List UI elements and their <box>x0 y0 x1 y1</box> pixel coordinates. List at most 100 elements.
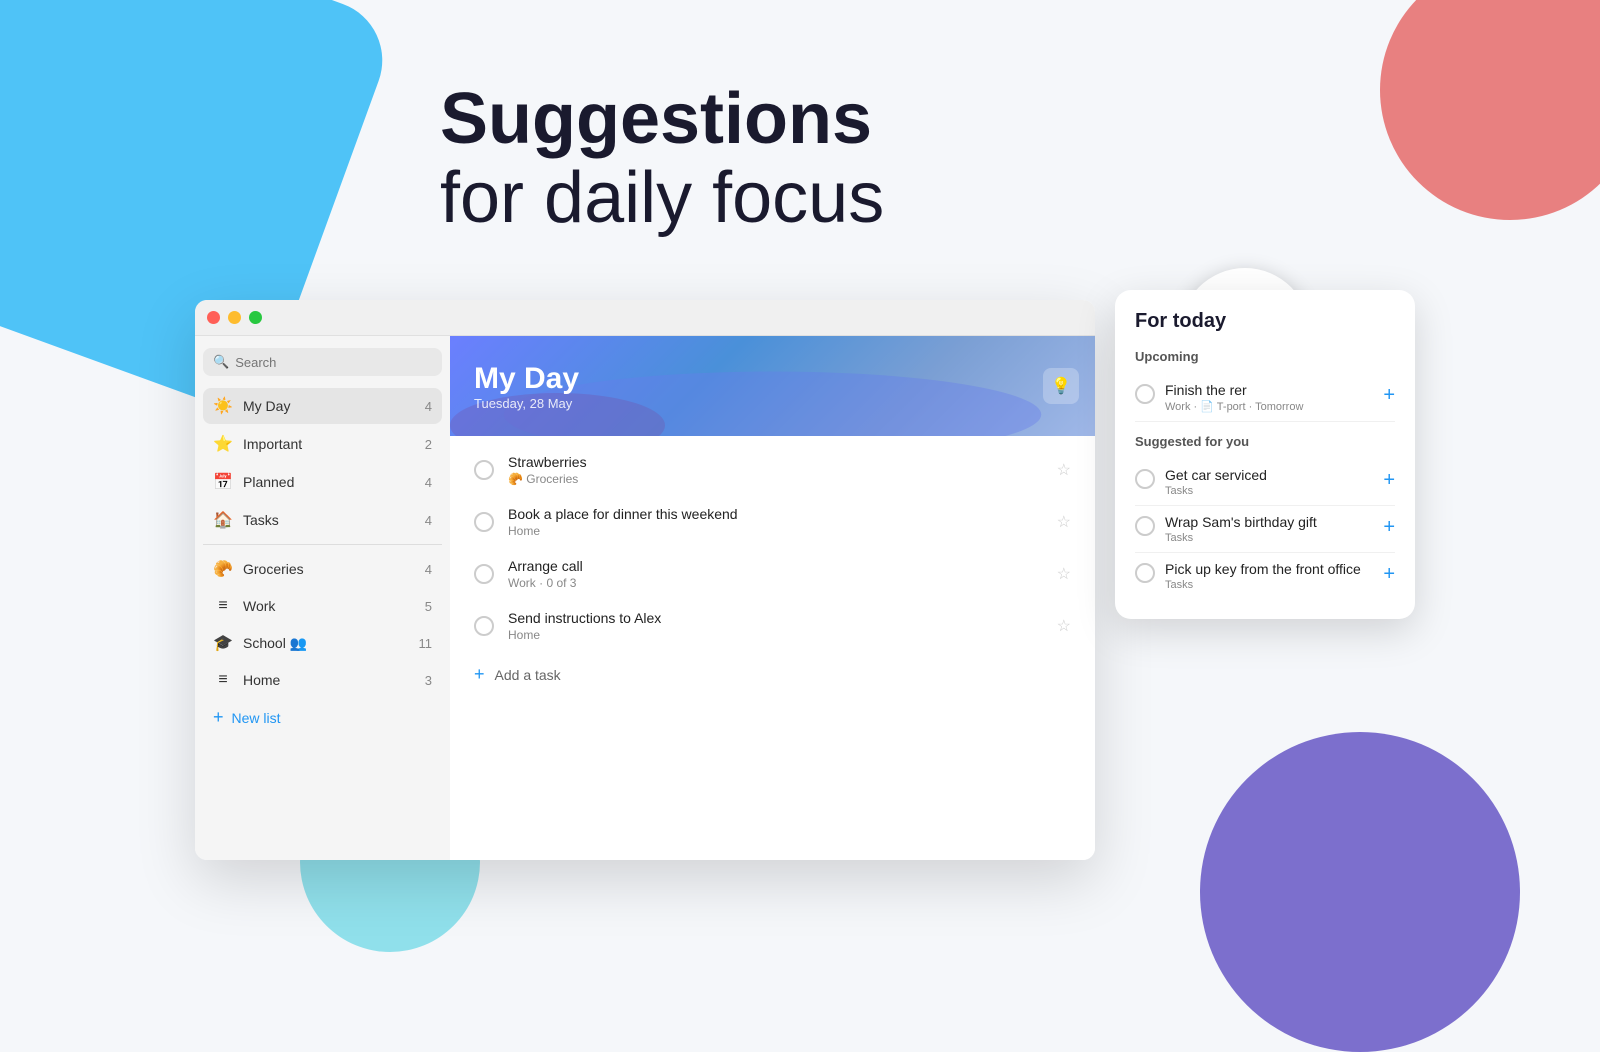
main-content: My Day Tuesday, 28 May 💡 Strawberries 🥐 … <box>450 336 1095 860</box>
sidebar-item-label: My Day <box>243 398 415 414</box>
task-info: Send instructions to Alex Home <box>508 610 1043 642</box>
task-checkbox[interactable] <box>474 564 494 584</box>
star-icon: ⭐ <box>213 434 233 454</box>
task-item[interactable]: Send instructions to Alex Home ☆ <box>450 600 1095 652</box>
my-day-title: My Day <box>474 362 1071 396</box>
sidebar-item-home[interactable]: ≡ Home 3 <box>203 663 442 697</box>
sidebar-item-planned[interactable]: 📅 Planned 4 <box>203 464 442 500</box>
suggested-section: Suggested for you Get car serviced Tasks… <box>1135 434 1395 599</box>
for-today-panel: For today Upcoming Finish the rer Work ·… <box>1115 290 1415 619</box>
bg-decoration-red <box>1380 0 1600 220</box>
new-list-button[interactable]: + New list <box>203 699 442 736</box>
task-meta: Home <box>508 628 1043 642</box>
today-task-title: Pick up key from the front office <box>1165 561 1373 577</box>
task-item[interactable]: Strawberries 🥐 Groceries ☆ <box>450 444 1095 496</box>
task-checkbox[interactable] <box>474 460 494 480</box>
today-task-checkbox[interactable] <box>1135 469 1155 489</box>
upcoming-section-label: Upcoming <box>1135 349 1395 364</box>
today-task-checkbox[interactable] <box>1135 384 1155 404</box>
add-task-label: Add a task <box>495 667 561 683</box>
sidebar-item-groceries[interactable]: 🥐 Groceries 4 <box>203 551 442 587</box>
home-icon: ≡ <box>213 671 233 689</box>
sun-icon: ☀️ <box>213 396 233 416</box>
task-title: Book a place for dinner this weekend <box>508 506 1043 522</box>
sidebar-item-count: 4 <box>425 562 432 577</box>
minimize-button[interactable] <box>228 311 241 324</box>
plus-icon: + <box>213 707 224 728</box>
sidebar-item-count: 4 <box>425 399 432 414</box>
sidebar-item-tasks[interactable]: 🏠 Tasks 4 <box>203 502 442 538</box>
search-icon: 🔍 <box>213 354 229 370</box>
for-today-title: For today <box>1135 310 1395 333</box>
add-to-today-button[interactable]: + <box>1383 384 1395 407</box>
search-bar[interactable]: 🔍 <box>203 348 442 376</box>
today-task-list: Tasks <box>1165 485 1373 497</box>
search-input[interactable] <box>235 355 432 370</box>
app-window: 🔍 ☀️ My Day 4 ⭐ Important 2 📅 Planned 4 … <box>195 300 1095 860</box>
my-day-header: My Day Tuesday, 28 May 💡 <box>450 336 1095 436</box>
sidebar-item-count: 4 <box>425 513 432 528</box>
sidebar-item-label: Work <box>243 598 415 614</box>
today-task-checkbox[interactable] <box>1135 516 1155 536</box>
suggestion-button[interactable]: 💡 <box>1043 368 1079 404</box>
title-bar <box>195 300 1095 336</box>
sidebar-item-label: Groceries <box>243 561 415 577</box>
task-info: Arrange call Work · 0 of 3 <box>508 558 1043 590</box>
heading-sub: for daily focus <box>440 159 884 238</box>
add-suggested-button[interactable]: + <box>1383 516 1395 539</box>
work-icon: ≡ <box>213 597 233 615</box>
star-icon[interactable]: ☆ <box>1057 564 1071 584</box>
suggested-section-label: Suggested for you <box>1135 434 1395 449</box>
today-task-info: Finish the rer Work · 📄 T-port · Tomorro… <box>1165 382 1373 413</box>
heading-main: Suggestions <box>440 80 884 159</box>
today-task-list: Tasks <box>1165 579 1373 591</box>
task-meta: Home <box>508 524 1043 538</box>
sidebar-item-important[interactable]: ⭐ Important 2 <box>203 426 442 462</box>
task-checkbox[interactable] <box>474 512 494 532</box>
star-icon[interactable]: ☆ <box>1057 460 1071 480</box>
star-icon[interactable]: ☆ <box>1057 616 1071 636</box>
sidebar-item-label: Home <box>243 672 415 688</box>
today-task-title: Wrap Sam's birthday gift <box>1165 514 1373 530</box>
task-checkbox[interactable] <box>474 616 494 636</box>
task-title: Send instructions to Alex <box>508 610 1043 626</box>
suggested-task-item: Get car serviced Tasks + <box>1135 459 1395 506</box>
suggested-task-item: Wrap Sam's birthday gift Tasks + <box>1135 506 1395 553</box>
groceries-icon: 🥐 <box>213 559 233 579</box>
today-task-info: Wrap Sam's birthday gift Tasks <box>1165 514 1373 544</box>
sidebar-item-count: 5 <box>425 599 432 614</box>
maximize-button[interactable] <box>249 311 262 324</box>
sidebar-item-label: Important <box>243 436 415 452</box>
today-task-meta: Work · 📄 T-port · Tomorrow <box>1165 400 1373 413</box>
sidebar-item-work[interactable]: ≡ Work 5 <box>203 589 442 623</box>
sidebar: 🔍 ☀️ My Day 4 ⭐ Important 2 📅 Planned 4 … <box>195 336 450 860</box>
sidebar-item-count: 2 <box>425 437 432 452</box>
sidebar-item-label: Planned <box>243 474 415 490</box>
star-icon[interactable]: ☆ <box>1057 512 1071 532</box>
add-task-button[interactable]: + Add a task <box>450 652 1095 697</box>
task-item[interactable]: Arrange call Work · 0 of 3 ☆ <box>450 548 1095 600</box>
sidebar-item-label: School 👥 <box>243 635 409 652</box>
today-task-checkbox[interactable] <box>1135 563 1155 583</box>
task-info: Book a place for dinner this weekend Hom… <box>508 506 1043 538</box>
school-icon: 🎓 <box>213 633 233 653</box>
new-list-label: New list <box>232 710 281 726</box>
today-task-title: Get car serviced <box>1165 467 1373 483</box>
heading-area: Suggestions for daily focus <box>440 80 884 238</box>
plus-icon: + <box>474 664 485 685</box>
sidebar-item-count: 3 <box>425 673 432 688</box>
calendar-icon: 📅 <box>213 472 233 492</box>
sidebar-item-label: Tasks <box>243 512 415 528</box>
add-suggested-button[interactable]: + <box>1383 469 1395 492</box>
close-button[interactable] <box>207 311 220 324</box>
task-item[interactable]: Book a place for dinner this weekend Hom… <box>450 496 1095 548</box>
sidebar-item-my-day[interactable]: ☀️ My Day 4 <box>203 388 442 424</box>
suggested-task-item: Pick up key from the front office Tasks … <box>1135 553 1395 599</box>
add-suggested-button[interactable]: + <box>1383 563 1395 586</box>
my-day-subtitle: Tuesday, 28 May <box>474 396 1071 411</box>
sidebar-item-school[interactable]: 🎓 School 👥 11 <box>203 625 442 661</box>
tasks-icon: 🏠 <box>213 510 233 530</box>
tasks-list: Strawberries 🥐 Groceries ☆ Book a place … <box>450 436 1095 860</box>
today-task-list: Tasks <box>1165 532 1373 544</box>
task-meta: Work · 0 of 3 <box>508 576 1043 590</box>
